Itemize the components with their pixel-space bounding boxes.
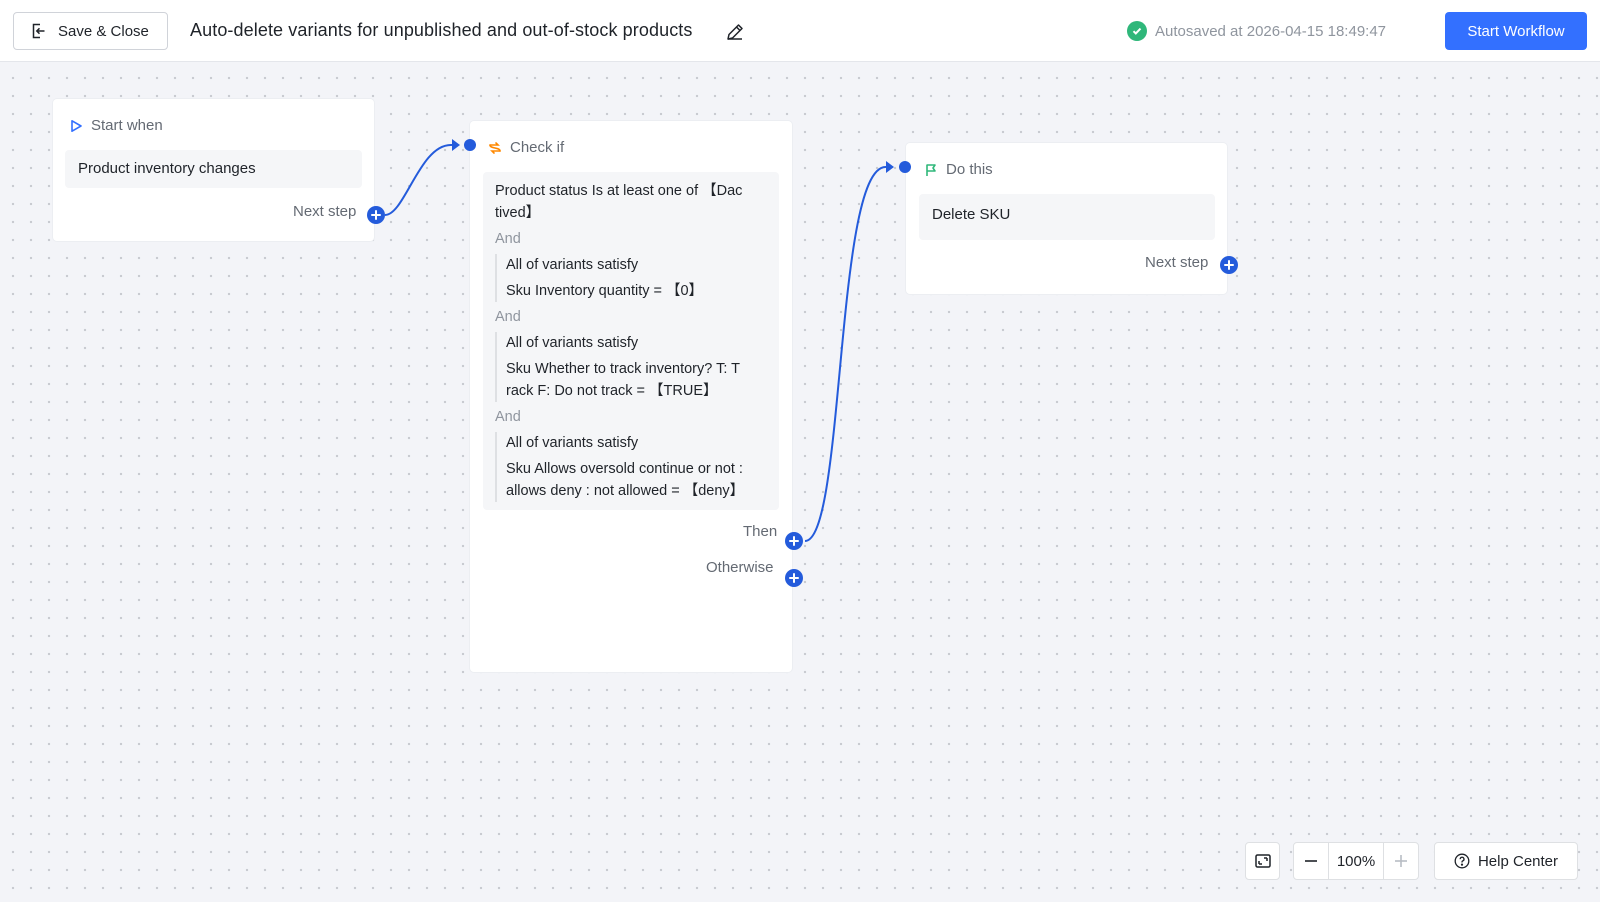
minus-icon	[1305, 860, 1317, 862]
autosave-status: Autosaved at 2026-04-15 18:49:47	[1127, 21, 1386, 41]
plus-icon	[1395, 855, 1407, 867]
play-icon	[71, 119, 82, 132]
condition-group-title: All of variants satisfy	[506, 257, 639, 273]
condition-group-rule: Sku Whether to track inventory? T: T	[506, 361, 740, 377]
condition-group-rule: rack F: Do not track = 【TRUE】	[506, 383, 718, 399]
start-workflow-button[interactable]: Start Workflow	[1445, 12, 1587, 50]
zoom-level: 100%	[1328, 843, 1384, 879]
exit-icon	[32, 23, 45, 39]
condition-node[interactable]: Check if Product status Is at least one …	[470, 121, 792, 672]
and-operator-label: And	[495, 309, 521, 325]
arrow-head	[886, 161, 894, 173]
condition-node-header: Check if	[488, 139, 564, 156]
condition-header-label: Check if	[510, 139, 565, 156]
action-next-step-add-button[interactable]	[1220, 256, 1238, 274]
condition-group-rule: allows deny : not allowed = 【deny】	[506, 483, 745, 499]
save-close-label: Save & Close	[58, 22, 149, 40]
condition-group: All of variants satisfy Sku Whether to t…	[495, 332, 767, 402]
workflow-title: Auto-delete variants for unpublished and…	[190, 20, 693, 40]
condition-rules-box[interactable]: Product status Is at least one of 【Dac t…	[483, 172, 779, 510]
trigger-value: Product inventory changes	[78, 160, 256, 177]
connector-condition-to-action	[804, 165, 887, 542]
condition-group: All of variants satisfy Sku Inventory qu…	[495, 254, 767, 302]
arrow-head	[452, 139, 460, 151]
zoom-controls: 100%	[1293, 842, 1419, 880]
and-operator-label: And	[495, 409, 521, 425]
flag-icon	[926, 163, 936, 176]
condition-input-port[interactable]	[464, 139, 476, 151]
connector-trigger-to-condition	[384, 143, 453, 216]
question-icon	[1454, 853, 1470, 869]
trigger-header-label: Start when	[91, 117, 163, 134]
pencil-icon[interactable]	[724, 21, 746, 43]
then-add-button[interactable]	[785, 532, 803, 550]
condition-group-rule: Sku Inventory quantity = 【0】	[506, 283, 704, 299]
autosave-text: Autosaved at 2026-04-15 18:49:47	[1155, 22, 1387, 40]
action-value: Delete SKU	[932, 206, 1011, 223]
action-next-step-label: Next step	[1145, 254, 1209, 271]
fit-view-button[interactable]	[1245, 842, 1280, 880]
and-operator-label: And	[495, 231, 521, 247]
zoom-in-button[interactable]	[1384, 843, 1418, 879]
action-value-box[interactable]: Delete SKU	[919, 194, 1215, 240]
workflow-canvas[interactable]: Start when Product inventory changes Nex…	[0, 63, 1600, 902]
zoom-out-button[interactable]	[1294, 843, 1328, 879]
check-circle-icon	[1127, 21, 1147, 41]
top-bar: Save & Close Auto-delete variants for un…	[0, 0, 1600, 62]
condition-group-title: All of variants satisfy	[506, 335, 639, 351]
trigger-next-step-label: Next step	[293, 203, 357, 220]
otherwise-label: Otherwise	[706, 559, 774, 576]
fit-view-icon	[1254, 854, 1271, 868]
condition-group-rule: Sku Allows oversold continue or not :	[506, 461, 743, 477]
action-input-port[interactable]	[899, 161, 911, 173]
action-header-label: Do this	[946, 161, 993, 178]
trigger-next-step-add-button[interactable]	[367, 206, 385, 224]
branch-icon	[489, 141, 501, 154]
condition-group-title: All of variants satisfy	[506, 435, 639, 451]
condition-rule-line: Product status Is at least one of 【Dac	[495, 183, 743, 199]
action-node[interactable]: Do this Delete SKU	[906, 143, 1227, 294]
trigger-value-box[interactable]: Product inventory changes	[65, 150, 362, 188]
help-center-button[interactable]: Help Center	[1434, 842, 1578, 880]
then-label: Then	[743, 523, 778, 540]
trigger-node-header: Start when	[69, 117, 163, 134]
condition-group: All of variants satisfy Sku Allows overs…	[495, 432, 767, 502]
save-close-button[interactable]: Save & Close	[13, 12, 168, 50]
condition-rule-line: tived】	[495, 205, 541, 221]
otherwise-add-button[interactable]	[785, 569, 803, 587]
action-node-header: Do this	[924, 161, 993, 178]
help-center-label: Help Center	[1477, 852, 1559, 870]
